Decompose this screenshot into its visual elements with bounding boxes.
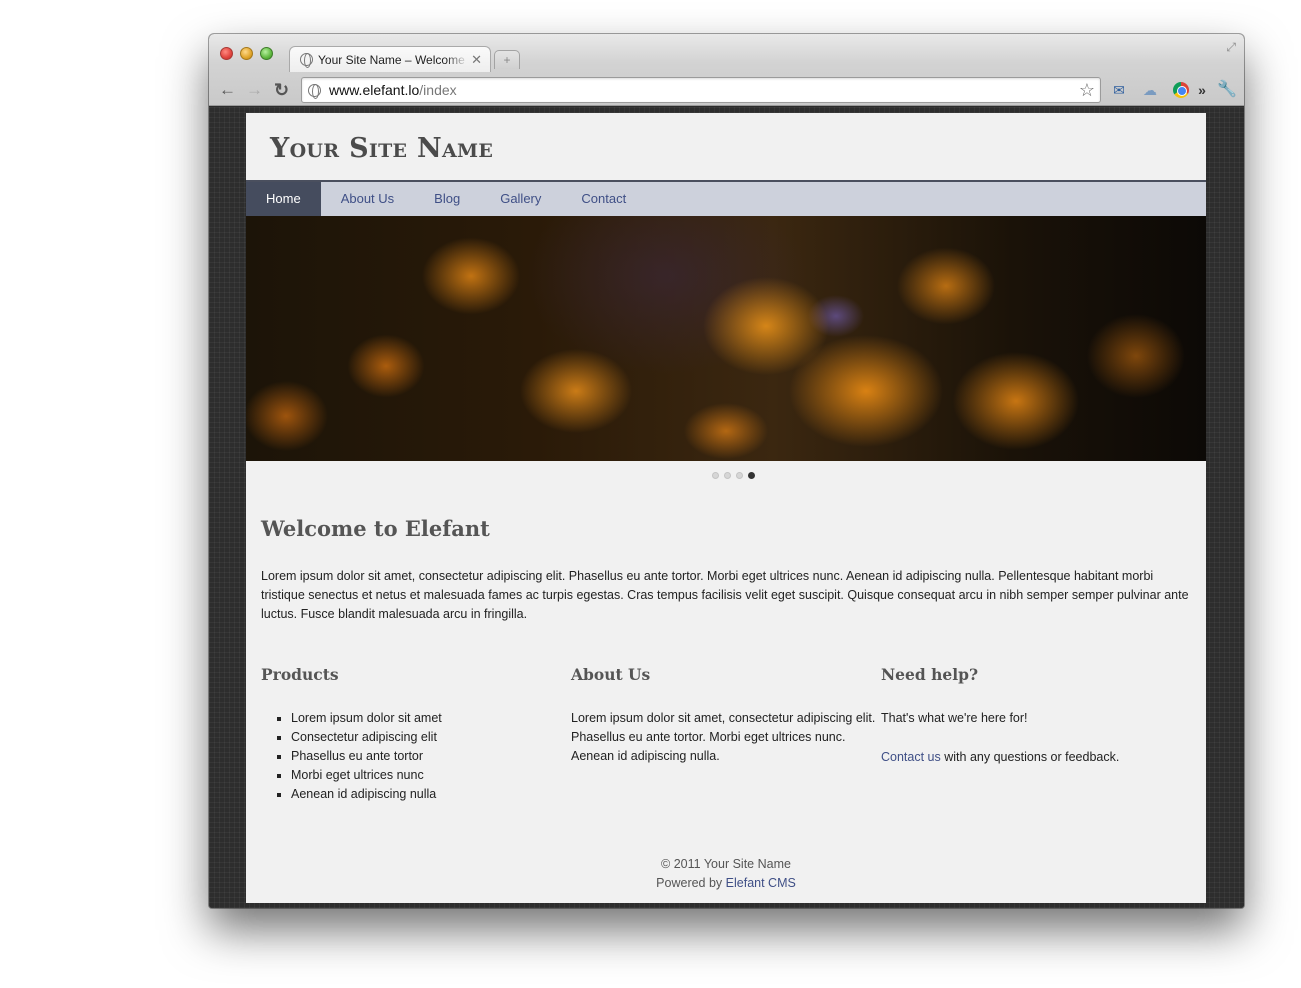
contact-line-text: with any questions or feedback. (940, 750, 1120, 764)
more-extensions-icon[interactable]: » (1196, 81, 1208, 99)
reload-button[interactable]: ↻ (274, 78, 289, 102)
maximize-window-button[interactable] (260, 47, 273, 60)
about-heading: About Us (571, 665, 651, 684)
forward-button[interactable]: → (246, 78, 263, 102)
new-tab-button[interactable]: + (494, 50, 520, 69)
products-column: Products Lorem ipsum dolor sit amet Cons… (261, 665, 571, 804)
close-window-button[interactable] (220, 47, 233, 60)
list-item: Consectetur adipiscing elit (291, 728, 571, 747)
elefant-cms-link[interactable]: Elefant CMS (726, 876, 796, 890)
list-item: Aenean id adipiscing nulla (291, 785, 571, 804)
mail-extension-icon[interactable]: ✉ (1110, 81, 1128, 99)
help-text: That's what we're here for! (881, 711, 1028, 725)
chrome-extension-icon[interactable] (1173, 82, 1189, 98)
bookmark-star-icon[interactable]: ☆ (1079, 80, 1095, 101)
browser-window: Your Site Name – Welcome to Elefant ✕ + … (209, 34, 1244, 908)
main-content: Welcome to Elefant Lorem ipsum dolor sit… (246, 516, 1206, 893)
globe-icon (300, 53, 313, 68)
slider-dot[interactable] (735, 472, 743, 479)
globe-icon (308, 83, 321, 99)
nav-item-about-us[interactable]: About Us (321, 182, 414, 216)
list-item: Morbi eget ultrices nunc (291, 766, 571, 785)
products-list: Lorem ipsum dolor sit amet Consectetur a… (261, 709, 571, 804)
url-path: /index (419, 82, 457, 98)
browser-tab[interactable]: Your Site Name – Welcome to Elefant ✕ (289, 46, 491, 72)
powered-by-line: Powered by Elefant CMS (261, 874, 1191, 893)
slider-dot[interactable] (723, 472, 731, 479)
contact-line: Contact us with any questions or feedbac… (881, 748, 1191, 767)
powered-by-text: Powered by (656, 876, 726, 890)
url-host: www.elefant.lo (329, 82, 420, 98)
copyright-text: © 2011 Your Site Name (661, 857, 791, 871)
list-item: Lorem ipsum dolor sit amet (291, 709, 571, 728)
intro-paragraph: Lorem ipsum dolor sit amet, consectetur … (261, 569, 1189, 621)
nav-item-gallery[interactable]: Gallery (480, 182, 561, 216)
fullscreen-icon[interactable]: ⤢ (1226, 40, 1236, 55)
browser-chrome: Your Site Name – Welcome to Elefant ✕ + … (209, 34, 1244, 106)
cloud-extension-icon[interactable]: ☁ (1141, 81, 1159, 99)
page-title: Welcome to Elefant (261, 516, 490, 541)
site-title[interactable]: Your Site Name (270, 133, 493, 164)
site-footer: © 2011 Your Site Name Powered by Elefant… (261, 855, 1191, 893)
contact-us-link[interactable]: Contact us (881, 750, 941, 764)
help-heading: Need help? (881, 665, 979, 684)
tab-title: Your Site Name – Welcome to Elefant (318, 52, 468, 67)
products-heading: Products (261, 665, 339, 684)
nav-item-home[interactable]: Home (246, 182, 321, 216)
slider-dot-active[interactable] (747, 472, 755, 479)
hero-slider-image (246, 216, 1206, 461)
close-tab-icon[interactable]: ✕ (471, 52, 482, 68)
nav-item-blog[interactable]: Blog (414, 182, 480, 216)
browser-toolbar: ← → ↻ www.elefant.lo/index ☆ ✉ ☁ » 🔧 (209, 74, 1244, 106)
about-column: About Us Lorem ipsum dolor sit amet, con… (571, 665, 881, 804)
slider-dot[interactable] (711, 472, 719, 479)
minimize-window-button[interactable] (240, 47, 253, 60)
site-nav: Home About Us Blog Gallery Contact (246, 182, 1206, 216)
three-columns: Products Lorem ipsum dolor sit amet Cons… (261, 665, 1191, 804)
nav-item-contact[interactable]: Contact (561, 182, 646, 216)
help-column: Need help? That's what we're here for! C… (881, 665, 1191, 804)
site-page: Your Site Name Home About Us Blog Galler… (246, 113, 1206, 903)
page-viewport: Your Site Name Home About Us Blog Galler… (209, 107, 1244, 908)
slider-pager (246, 461, 1206, 490)
list-item: Phasellus eu ante tortor (291, 747, 571, 766)
wrench-menu-icon[interactable]: 🔧 (1217, 81, 1237, 99)
about-text: Lorem ipsum dolor sit amet, consectetur … (571, 711, 876, 763)
back-button[interactable]: ← (219, 78, 236, 102)
address-bar[interactable]: www.elefant.lo/index ☆ (301, 77, 1101, 103)
site-header: Your Site Name (246, 113, 1206, 182)
help-body: That's what we're here for! Contact us w… (881, 709, 1191, 767)
